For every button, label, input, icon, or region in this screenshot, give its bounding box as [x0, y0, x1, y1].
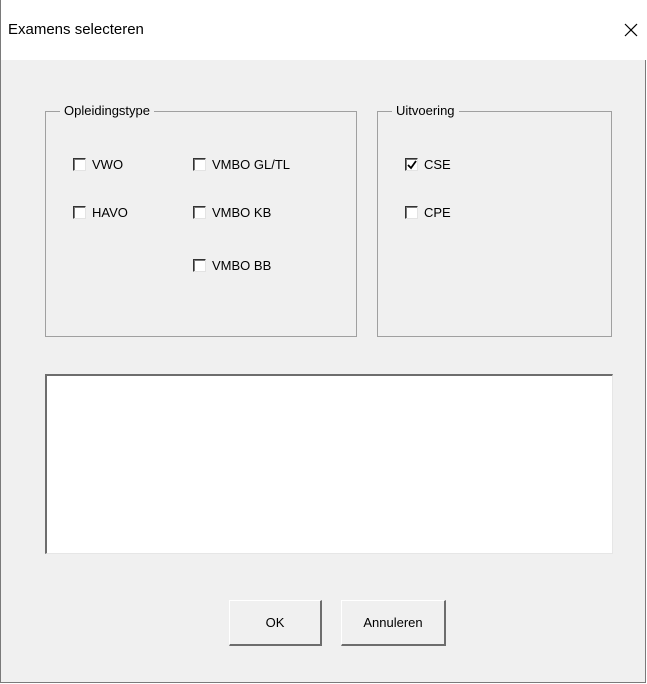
- close-icon: [624, 23, 638, 37]
- checkbox-label-vmbo-kb: VMBO KB: [212, 205, 272, 220]
- checkbox-vmbo-gl-tl[interactable]: VMBO GL/TL: [193, 157, 290, 172]
- opleidingstype-group: Opleidingstype VWO HAVO VMBO GL/TL VMBO …: [45, 103, 357, 337]
- checkbox-label-vmbo-bb: VMBO BB: [212, 258, 272, 273]
- checkbox-box[interactable]: [193, 259, 206, 272]
- checkbox-box[interactable]: [73, 158, 86, 171]
- cancel-button[interactable]: Annuleren: [341, 600, 446, 646]
- checkbox-vmbo-bb[interactable]: VMBO BB: [193, 258, 271, 273]
- checkbox-vmbo-kb[interactable]: VMBO KB: [193, 205, 271, 220]
- checkbox-box[interactable]: [193, 158, 206, 171]
- checkbox-label-cse: CSE: [424, 157, 451, 172]
- checkbox-havo[interactable]: HAVO: [73, 205, 128, 220]
- window-title: Examens selecteren: [8, 21, 144, 38]
- title-bar[interactable]: Examens selecteren: [1, 0, 647, 60]
- ok-button[interactable]: OK: [229, 600, 322, 646]
- checkbox-cse[interactable]: CSE: [405, 157, 451, 172]
- uitvoering-legend: Uitvoering: [392, 103, 459, 119]
- checkbox-box[interactable]: [405, 206, 418, 219]
- checkbox-box[interactable]: [193, 206, 206, 219]
- exam-listbox[interactable]: [45, 374, 613, 554]
- close-button[interactable]: [614, 14, 647, 46]
- checkbox-label-vmbo-gl-tl: VMBO GL/TL: [212, 157, 291, 172]
- checkbox-cpe[interactable]: CPE: [405, 205, 451, 220]
- opleidingstype-legend: Opleidingstype: [60, 103, 154, 119]
- checkbox-box[interactable]: [405, 158, 418, 171]
- checkbox-label-havo: HAVO: [92, 205, 128, 220]
- uitvoering-group: Uitvoering CSE CPE: [377, 103, 612, 337]
- checkbox-vwo[interactable]: VWO: [73, 157, 123, 172]
- checkbox-label-cpe: CPE: [424, 205, 451, 220]
- checkbox-box[interactable]: [73, 206, 86, 219]
- dialog-window: Examens selecteren Opleidingstype VWO HA…: [0, 0, 647, 683]
- checkbox-label-vwo: VWO: [92, 157, 124, 172]
- checkmark-icon: [407, 160, 417, 170]
